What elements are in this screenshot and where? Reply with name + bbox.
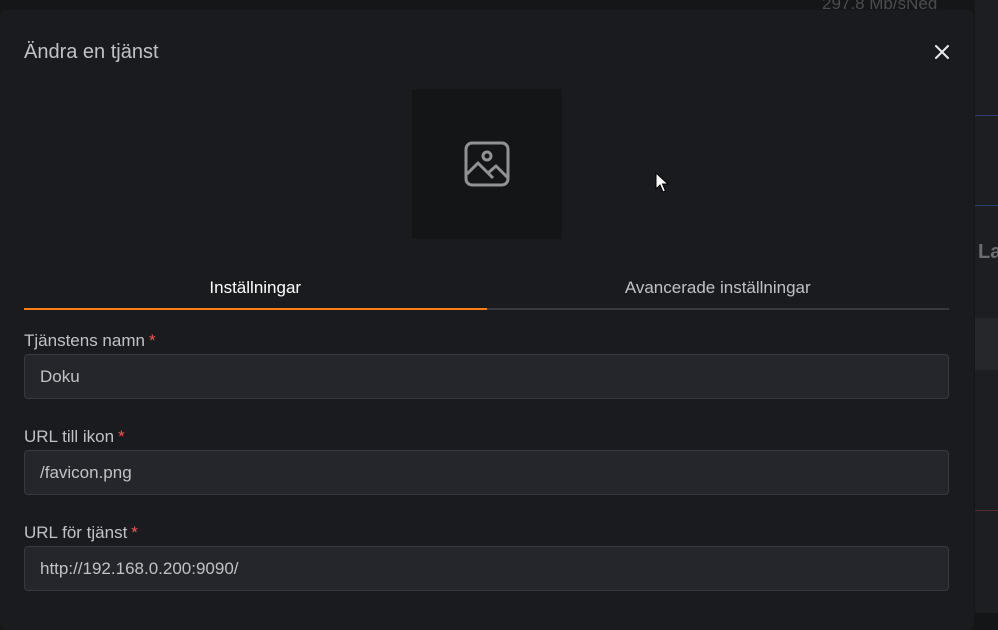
service-name-label: Tjänstens namn * [24, 331, 156, 351]
background-chart-line [975, 510, 998, 511]
service-url-label: URL för tjänst * [24, 523, 138, 543]
service-url-label-text: URL för tjänst [24, 523, 128, 542]
close-button[interactable] [930, 40, 954, 64]
settings-tabs: Inställningar Avancerade inställningar [24, 268, 949, 310]
service-name-input[interactable] [24, 354, 949, 399]
background-chart-line [975, 115, 998, 116]
background-panel [975, 0, 998, 613]
icon-url-label-text: URL till ikon [24, 427, 115, 446]
mouse-pointer-icon [655, 172, 669, 193]
service-url-input[interactable] [24, 546, 949, 591]
required-marker: * [148, 331, 156, 350]
tab-advanced-settings[interactable]: Avancerade inställningar [487, 268, 950, 308]
background-side-label: La [978, 241, 998, 263]
background-chart-line [975, 205, 998, 206]
icon-url-label: URL till ikon * [24, 427, 125, 447]
icon-url-input[interactable] [24, 450, 949, 495]
required-marker: * [118, 427, 125, 446]
tab-settings[interactable]: Inställningar [24, 268, 487, 310]
edit-service-modal: Ändra en tjänst Inställningar Avancerade… [0, 10, 974, 630]
service-name-label-text: Tjänstens namn [24, 331, 145, 350]
required-marker: * [131, 523, 138, 542]
service-icon-preview [412, 89, 562, 239]
background-block [975, 318, 998, 370]
close-icon [935, 45, 949, 59]
image-placeholder-icon [464, 141, 510, 187]
modal-title: Ändra en tjänst [24, 41, 159, 63]
